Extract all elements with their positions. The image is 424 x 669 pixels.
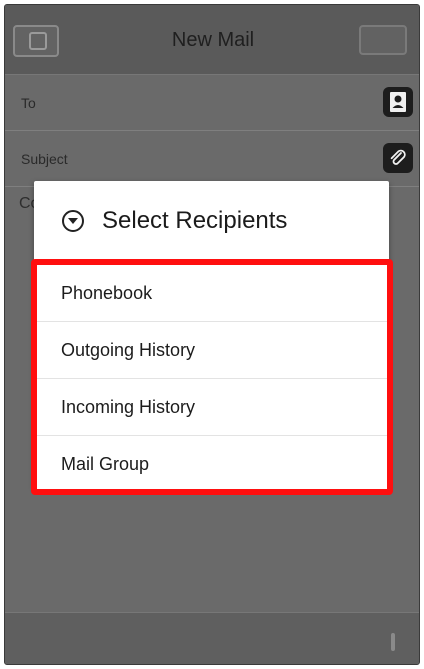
option-phonebook[interactable]: Phonebook: [37, 265, 387, 322]
subject-field-row[interactable]: Subject: [5, 131, 419, 187]
page-title: New Mail: [171, 29, 255, 51]
option-outgoing-history[interactable]: Outgoing History: [37, 322, 387, 379]
option-incoming-history[interactable]: Incoming History: [37, 379, 387, 436]
footer-bar: [5, 612, 419, 664]
subject-label: Subject: [21, 151, 68, 167]
to-field-row[interactable]: To: [5, 75, 419, 131]
paperclip-icon: [390, 149, 406, 165]
to-label: To: [21, 95, 36, 111]
dialog-title: Select Recipients: [102, 207, 288, 234]
contacts-button[interactable]: [383, 87, 413, 117]
recipient-options-list: Phonebook Outgoing History Incoming Hist…: [31, 259, 393, 495]
chevron-down-circle-icon: [62, 210, 84, 232]
attach-button[interactable]: [383, 143, 413, 173]
option-mail-group[interactable]: Mail Group: [37, 436, 387, 493]
app-header: New Mail: [5, 5, 419, 75]
dialog-header: Select Recipients: [34, 181, 389, 261]
contact-book-icon: [390, 92, 406, 112]
footer-handle: [391, 633, 395, 651]
send-button[interactable]: [359, 25, 407, 55]
